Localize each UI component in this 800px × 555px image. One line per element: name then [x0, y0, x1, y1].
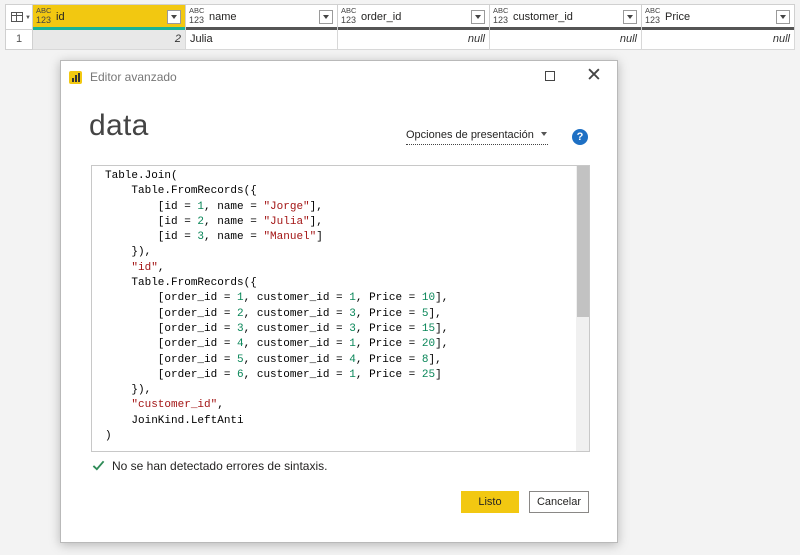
cell-order-id[interactable]: null: [338, 30, 490, 50]
display-options-label: Opciones de presentación: [406, 129, 534, 141]
column-filter-dropdown[interactable]: [623, 10, 637, 24]
column-name: name: [209, 11, 237, 23]
cancel-button[interactable]: Cancelar: [529, 491, 589, 513]
cell-price[interactable]: null: [642, 30, 795, 50]
column-name: customer_id: [513, 11, 573, 23]
advanced-editor-dialog: Editor avanzado ✕ data Opciones de prese…: [60, 60, 618, 543]
table-icon: [11, 12, 23, 22]
chevron-down-icon: [540, 132, 547, 136]
column-name: id: [56, 11, 65, 23]
scrollbar-thumb[interactable]: [577, 166, 589, 317]
close-icon: ✕: [586, 65, 602, 86]
cell-id[interactable]: 2: [33, 30, 186, 50]
display-options-dropdown[interactable]: Opciones de presentación: [406, 129, 548, 145]
power-bi-logo-icon: [69, 71, 82, 84]
code-text[interactable]: Table.Join( Table.FromRecords({ [id = 1,…: [105, 169, 448, 444]
cell-customer-id[interactable]: null: [490, 30, 642, 50]
column-filter-dropdown[interactable]: [776, 10, 790, 24]
data-grid: ▼ ABC 123 id ABC 123 name ABC 123 order_…: [5, 4, 795, 50]
status-text: No se han detectado errores de sintaxis.: [112, 459, 328, 473]
column-filter-dropdown[interactable]: [471, 10, 485, 24]
row-number[interactable]: 1: [5, 30, 33, 50]
type-any-icon[interactable]: ABC 123: [341, 7, 356, 26]
query-name-heading: data: [89, 109, 149, 142]
column-header-name[interactable]: ABC 123 name: [186, 4, 338, 30]
column-header-customer-id[interactable]: ABC 123 customer_id: [490, 4, 642, 30]
chevron-down-icon: ▼: [25, 15, 31, 21]
cell-name[interactable]: Julia: [186, 30, 338, 50]
dialog-title: Editor avanzado: [90, 70, 177, 84]
grid-header: ▼ ABC 123 id ABC 123 name ABC 123 order_…: [5, 4, 795, 30]
close-button[interactable]: ✕: [579, 65, 609, 89]
help-icon[interactable]: ?: [572, 129, 588, 145]
maximize-button[interactable]: [535, 65, 565, 89]
type-any-icon[interactable]: ABC 123: [189, 7, 204, 26]
maximize-icon: [545, 70, 555, 81]
type-any-icon[interactable]: ABC 123: [36, 7, 51, 26]
column-header-id[interactable]: ABC 123 id: [33, 4, 186, 30]
vertical-scrollbar[interactable]: [576, 166, 589, 451]
check-icon: [92, 460, 105, 471]
column-filter-dropdown[interactable]: [167, 10, 181, 24]
code-editor[interactable]: Table.Join( Table.FromRecords({ [id = 1,…: [91, 165, 590, 452]
type-any-icon[interactable]: ABC 123: [493, 7, 508, 26]
type-any-icon[interactable]: ABC 123: [645, 7, 660, 26]
column-header-price[interactable]: ABC 123 Price: [642, 4, 795, 30]
table-menu-button[interactable]: ▼: [5, 4, 33, 30]
column-filter-dropdown[interactable]: [319, 10, 333, 24]
column-name: order_id: [361, 11, 402, 23]
done-button[interactable]: Listo: [461, 491, 519, 513]
table-row: 1 2 Julia null null null: [5, 30, 795, 50]
column-name: Price: [665, 11, 691, 23]
column-header-order-id[interactable]: ABC 123 order_id: [338, 4, 490, 30]
